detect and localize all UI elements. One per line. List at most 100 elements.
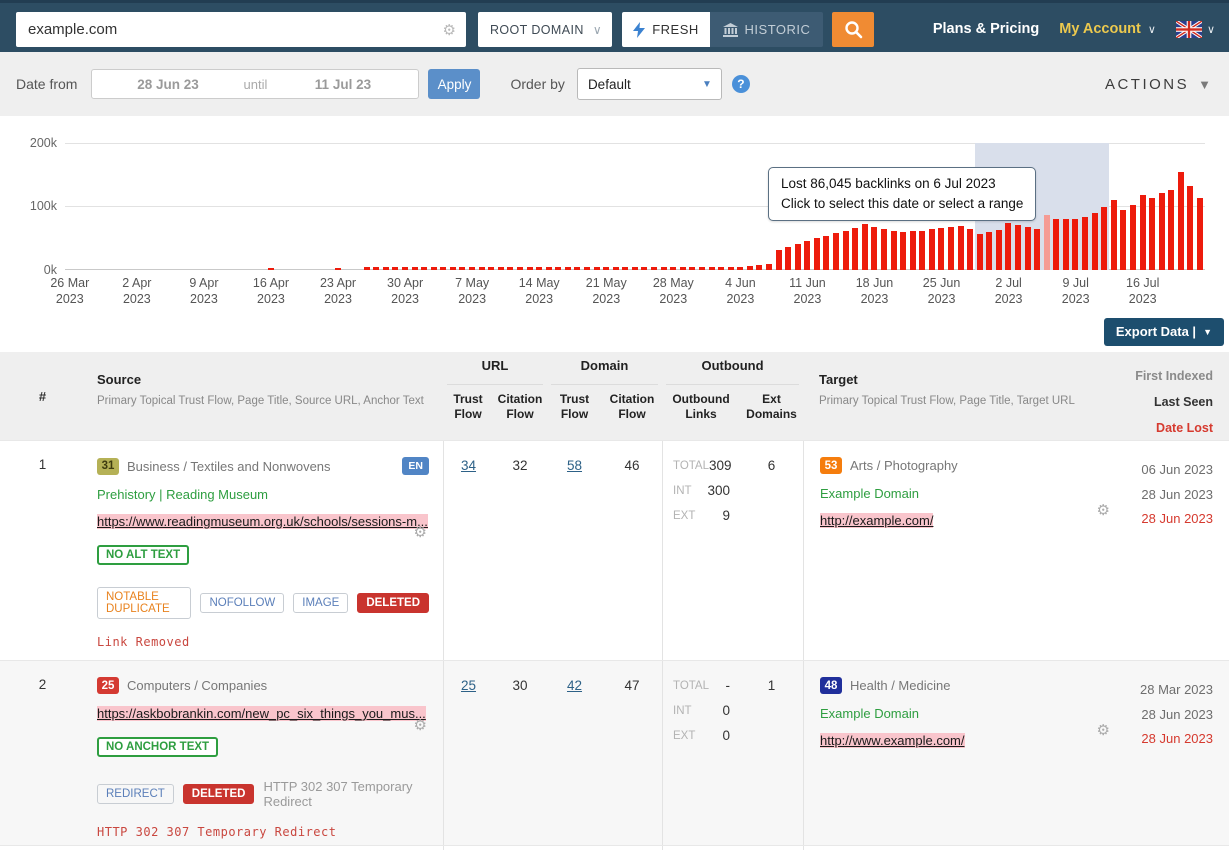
header-url-citation-flow[interactable]: Citation Flow bbox=[493, 392, 547, 422]
chart-bar[interactable] bbox=[352, 143, 362, 270]
chart-bar[interactable] bbox=[697, 143, 707, 270]
chart-bar[interactable] bbox=[410, 143, 420, 270]
chart-bar[interactable] bbox=[707, 143, 717, 270]
apply-button[interactable]: Apply bbox=[428, 69, 480, 99]
header-date-lost[interactable]: Date Lost bbox=[1120, 415, 1213, 441]
chart-bar[interactable] bbox=[372, 143, 382, 270]
root-domain-select[interactable]: ROOT DOMAIN ∨ bbox=[478, 12, 612, 47]
url-trust-flow-link[interactable]: 25 bbox=[461, 678, 476, 693]
chart-bar[interactable] bbox=[544, 143, 554, 270]
chart-bar[interactable] bbox=[1119, 143, 1129, 270]
chart-bar[interactable] bbox=[755, 143, 765, 270]
chart-bar[interactable] bbox=[573, 143, 583, 270]
chart-bar[interactable] bbox=[1109, 143, 1119, 270]
chart-bar[interactable] bbox=[180, 143, 190, 270]
chart-bar[interactable] bbox=[735, 143, 745, 270]
chart-bar[interactable] bbox=[151, 143, 161, 270]
source-page-title-link[interactable]: Prehistory | Reading Museum bbox=[97, 487, 268, 502]
domain-trust-flow-link[interactable]: 58 bbox=[567, 458, 582, 473]
chart-bar[interactable] bbox=[439, 143, 449, 270]
chart-bar[interactable] bbox=[333, 143, 343, 270]
date-until-input[interactable]: 11 Jul 23 bbox=[267, 77, 418, 92]
chart-bar[interactable] bbox=[1157, 143, 1167, 270]
chart-bar[interactable] bbox=[170, 143, 180, 270]
chart-bar[interactable] bbox=[276, 143, 286, 270]
chart-bar[interactable] bbox=[1099, 143, 1109, 270]
domain-trust-flow-link[interactable]: 42 bbox=[567, 678, 582, 693]
chart-bar[interactable] bbox=[75, 143, 85, 270]
chart-bar[interactable] bbox=[190, 143, 200, 270]
chart-bar[interactable] bbox=[65, 143, 75, 270]
date-from-input[interactable]: 28 Jun 23 bbox=[92, 77, 243, 92]
chart-bar[interactable] bbox=[458, 143, 468, 270]
chart-bar[interactable] bbox=[582, 143, 592, 270]
chart-bar[interactable] bbox=[467, 143, 477, 270]
chart-bar[interactable] bbox=[419, 143, 429, 270]
target-page-title-link[interactable]: Example Domain bbox=[820, 706, 919, 721]
chart-bar[interactable] bbox=[218, 143, 228, 270]
chart-bar[interactable] bbox=[103, 143, 113, 270]
export-data-button[interactable]: Export Data | ▼ bbox=[1104, 318, 1224, 346]
chart-bar[interactable] bbox=[266, 143, 276, 270]
order-by-select[interactable]: Default ▼ bbox=[577, 68, 722, 100]
header-domain-citation-flow[interactable]: Citation Flow bbox=[602, 392, 662, 422]
chart-bar[interactable] bbox=[716, 143, 726, 270]
chart-bar[interactable] bbox=[381, 143, 391, 270]
chart-bar[interactable] bbox=[257, 143, 267, 270]
url-trust-flow-link[interactable]: 34 bbox=[461, 458, 476, 473]
chart-bar[interactable] bbox=[726, 143, 736, 270]
language-flag-menu[interactable]: ∨ bbox=[1176, 21, 1215, 38]
chart-bar[interactable] bbox=[84, 143, 94, 270]
chart-bar[interactable] bbox=[1176, 143, 1186, 270]
chart-bar[interactable] bbox=[237, 143, 247, 270]
chart-bar[interactable] bbox=[649, 143, 659, 270]
chart-bar[interactable] bbox=[553, 143, 563, 270]
chart-bar[interactable] bbox=[1061, 143, 1071, 270]
chart-bar[interactable] bbox=[1147, 143, 1157, 270]
row-gear-icon[interactable]: ⚙ bbox=[414, 523, 427, 541]
header-outbound-links[interactable]: Outbound Links bbox=[662, 392, 740, 422]
historic-index-button[interactable]: HISTORIC bbox=[710, 12, 823, 47]
chart-bar[interactable] bbox=[142, 143, 152, 270]
header-first-indexed[interactable]: First Indexed bbox=[1120, 363, 1213, 389]
actions-menu[interactable]: ACTIONS ▼ bbox=[1105, 76, 1211, 93]
chart-bar[interactable] bbox=[621, 143, 631, 270]
header-url-trust-flow[interactable]: Trust Flow bbox=[443, 392, 493, 422]
chart-bar[interactable] bbox=[640, 143, 650, 270]
chart-bar[interactable] bbox=[611, 143, 621, 270]
chart-bar[interactable] bbox=[1166, 143, 1176, 270]
chart-bar[interactable] bbox=[515, 143, 525, 270]
chart-bar[interactable] bbox=[1090, 143, 1100, 270]
chart-bar[interactable] bbox=[1138, 143, 1148, 270]
chart-bar[interactable] bbox=[1195, 143, 1205, 270]
header-last-seen[interactable]: Last Seen bbox=[1120, 389, 1213, 415]
search-button[interactable] bbox=[832, 12, 874, 47]
chart-bar[interactable] bbox=[496, 143, 506, 270]
chart-bar[interactable] bbox=[678, 143, 688, 270]
chart-bar[interactable] bbox=[506, 143, 516, 270]
chart-bar[interactable] bbox=[688, 143, 698, 270]
chart-bar[interactable] bbox=[113, 143, 123, 270]
header-ext-domains[interactable]: Ext Domains bbox=[740, 392, 803, 422]
target-page-title-link[interactable]: Example Domain bbox=[820, 486, 919, 501]
chart-bar[interactable] bbox=[601, 143, 611, 270]
my-account-menu[interactable]: My Account ∨ bbox=[1059, 21, 1156, 37]
chart-bar[interactable] bbox=[400, 143, 410, 270]
search-settings-gear-icon[interactable]: ⚙ bbox=[443, 21, 466, 39]
chart-bar[interactable] bbox=[486, 143, 496, 270]
domain-search-input[interactable] bbox=[16, 21, 443, 38]
chart-bar[interactable] bbox=[295, 143, 305, 270]
target-url-link[interactable]: http://www.example.com/ bbox=[820, 733, 965, 748]
help-icon[interactable]: ? bbox=[732, 75, 750, 93]
chart-bar[interactable] bbox=[324, 143, 334, 270]
row-gear-icon[interactable]: ⚙ bbox=[414, 716, 427, 734]
fresh-index-button[interactable]: FRESH bbox=[622, 12, 710, 47]
chart-bar[interactable] bbox=[247, 143, 257, 270]
chart-bar[interactable] bbox=[659, 143, 669, 270]
chart-bar[interactable] bbox=[563, 143, 573, 270]
chart-bar[interactable] bbox=[391, 143, 401, 270]
chart-bar[interactable] bbox=[745, 143, 755, 270]
chart-bar[interactable] bbox=[362, 143, 372, 270]
chart-bar[interactable] bbox=[304, 143, 314, 270]
chart-bar[interactable] bbox=[1080, 143, 1090, 270]
